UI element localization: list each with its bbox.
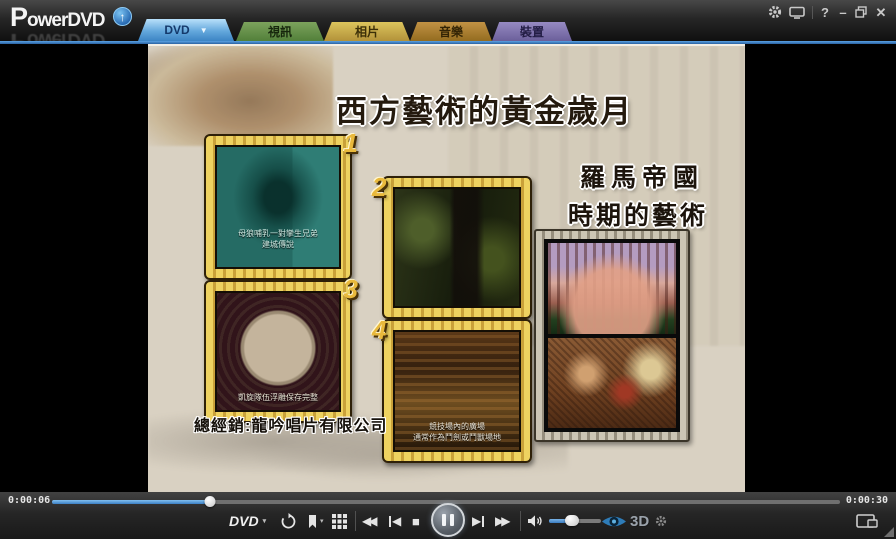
close-button[interactable]: ✕ [875, 5, 887, 21]
bookmark-icon[interactable]: ▾ [307, 508, 324, 534]
seek-thumb[interactable] [204, 496, 215, 507]
3d-button[interactable]: 3D [630, 508, 649, 534]
chapter-1-caption: 母狼哺乳一對攣生兄弟 建城傳說 [217, 229, 339, 251]
controls-divider [520, 511, 521, 531]
chapter-1-number: 1 [344, 128, 358, 159]
chevron-down-icon: ▼ [200, 26, 208, 35]
faded-painting-decoration [148, 46, 333, 146]
seek-fill [52, 500, 210, 504]
chapter-4-image: 競技場內的廣場 通常作為鬥劍或鬥獸場地 [393, 330, 521, 452]
elapsed-time: 0:00:06 [8, 495, 50, 506]
tv-mode-icon[interactable] [789, 6, 805, 22]
chapter-3-image: 凱旋隊伍浮雕保存完整 [215, 291, 341, 412]
restore-button[interactable] [855, 6, 867, 21]
menu-title: 西方藝術的黃金歲月 [336, 86, 736, 131]
chapter-1-image: 母狼哺乳一對攣生兄弟 建城傳說 [215, 145, 341, 269]
tab-device-label: 裝置 [520, 23, 544, 40]
next-button[interactable]: ▶ [472, 508, 484, 534]
tab-dvd[interactable]: DVD ▼ [138, 19, 234, 41]
tab-dvd-label: DVD [164, 23, 189, 37]
chapter-2-thumbnail[interactable]: 2 [382, 176, 532, 319]
battle-painting-image [548, 338, 676, 429]
window-controls-divider [812, 6, 813, 19]
minimize-button[interactable]: – [837, 5, 849, 20]
rewind-button[interactable]: ◀◀ [362, 508, 374, 534]
preview-panel[interactable] [534, 229, 690, 442]
menu-heading-line2: 時期的藝術 [568, 196, 708, 232]
volume-knob[interactable] [565, 515, 579, 526]
stop-button[interactable]: ■ [412, 508, 420, 534]
chapter-4-caption: 競技場內的廣場 通常作為鬥劍或鬥獸場地 [395, 422, 519, 444]
settings-gear-icon[interactable] [768, 5, 782, 22]
grid-menu-icon[interactable] [332, 508, 347, 534]
chapter-3-caption: 凱旋隊伍浮雕保存完整 [217, 393, 339, 404]
pause-button[interactable] [431, 503, 465, 537]
tab-music[interactable]: 音樂 [410, 22, 492, 41]
chapter-2-number: 2 [372, 172, 386, 203]
tab-device[interactable]: 裝置 [492, 22, 572, 41]
tab-video-label: 視訊 [268, 23, 292, 40]
chapter-2-image [393, 187, 521, 308]
powerdvd-window: PowerDVD PowerDVD ↑ DVD▼ 視訊 相片 音樂 裝置 ? –… [0, 0, 896, 539]
tab-photo-label: 相片 [355, 23, 379, 40]
display-device-icon[interactable] [856, 508, 878, 534]
controls-divider [355, 511, 356, 531]
chapter-3-number: 3 [344, 274, 358, 305]
title-bar: PowerDVD PowerDVD ↑ DVD▼ 視訊 相片 音樂 裝置 ? –… [0, 0, 896, 41]
preview-panel-inner [544, 239, 680, 432]
tab-photo[interactable]: 相片 [324, 22, 410, 41]
fast-forward-button[interactable]: ▶▶ [495, 508, 507, 534]
tab-video[interactable]: 視訊 [236, 22, 324, 41]
total-time: 0:00:30 [846, 495, 888, 506]
resize-grip[interactable] [884, 527, 894, 537]
tab-music-label: 音樂 [439, 23, 463, 40]
control-bar: 0:00:06 0:00:30 DVD▾ ▾ ◀◀ ◀ ■ ▶ ▶▶ [0, 492, 896, 539]
volume-mute-icon[interactable] [527, 508, 543, 534]
chapter-4-number: 4 [372, 315, 386, 346]
menu-heading-line1: 羅馬帝國 [580, 158, 704, 194]
chapter-1-thumbnail[interactable]: 1 母狼哺乳一對攣生兄弟 建城傳說 [204, 134, 352, 280]
chevron-down-icon: ▾ [320, 517, 324, 525]
repeat-icon[interactable] [280, 508, 297, 534]
dvd-menu-video[interactable]: 西方藝術的黃金歲月 羅馬帝國 時期的藝術 1 母狼哺乳一對攣生兄弟 建城傳說 2… [148, 44, 745, 492]
volume-slider[interactable] [549, 519, 601, 523]
truetheater-eye-icon[interactable] [601, 508, 627, 534]
chapter-3-thumbnail[interactable]: 3 凱旋隊伍浮雕保存完整 [204, 280, 352, 423]
help-button[interactable]: ? [819, 5, 831, 20]
chapter-4-thumbnail[interactable]: 4 競技場內的廣場 通常作為鬥劍或鬥獸場地 [382, 319, 532, 463]
upgrade-icon[interactable]: ↑ [113, 7, 132, 26]
3d-settings-gear-icon[interactable] [655, 508, 667, 534]
previous-button[interactable]: ◀ [389, 508, 401, 534]
distributor-text: 總經銷:龍吟唱片有限公司 [194, 412, 387, 436]
chevron-down-icon: ▾ [263, 517, 267, 525]
colosseum-exterior-image [548, 243, 676, 334]
source-dvd-button[interactable]: DVD▾ [229, 508, 266, 534]
